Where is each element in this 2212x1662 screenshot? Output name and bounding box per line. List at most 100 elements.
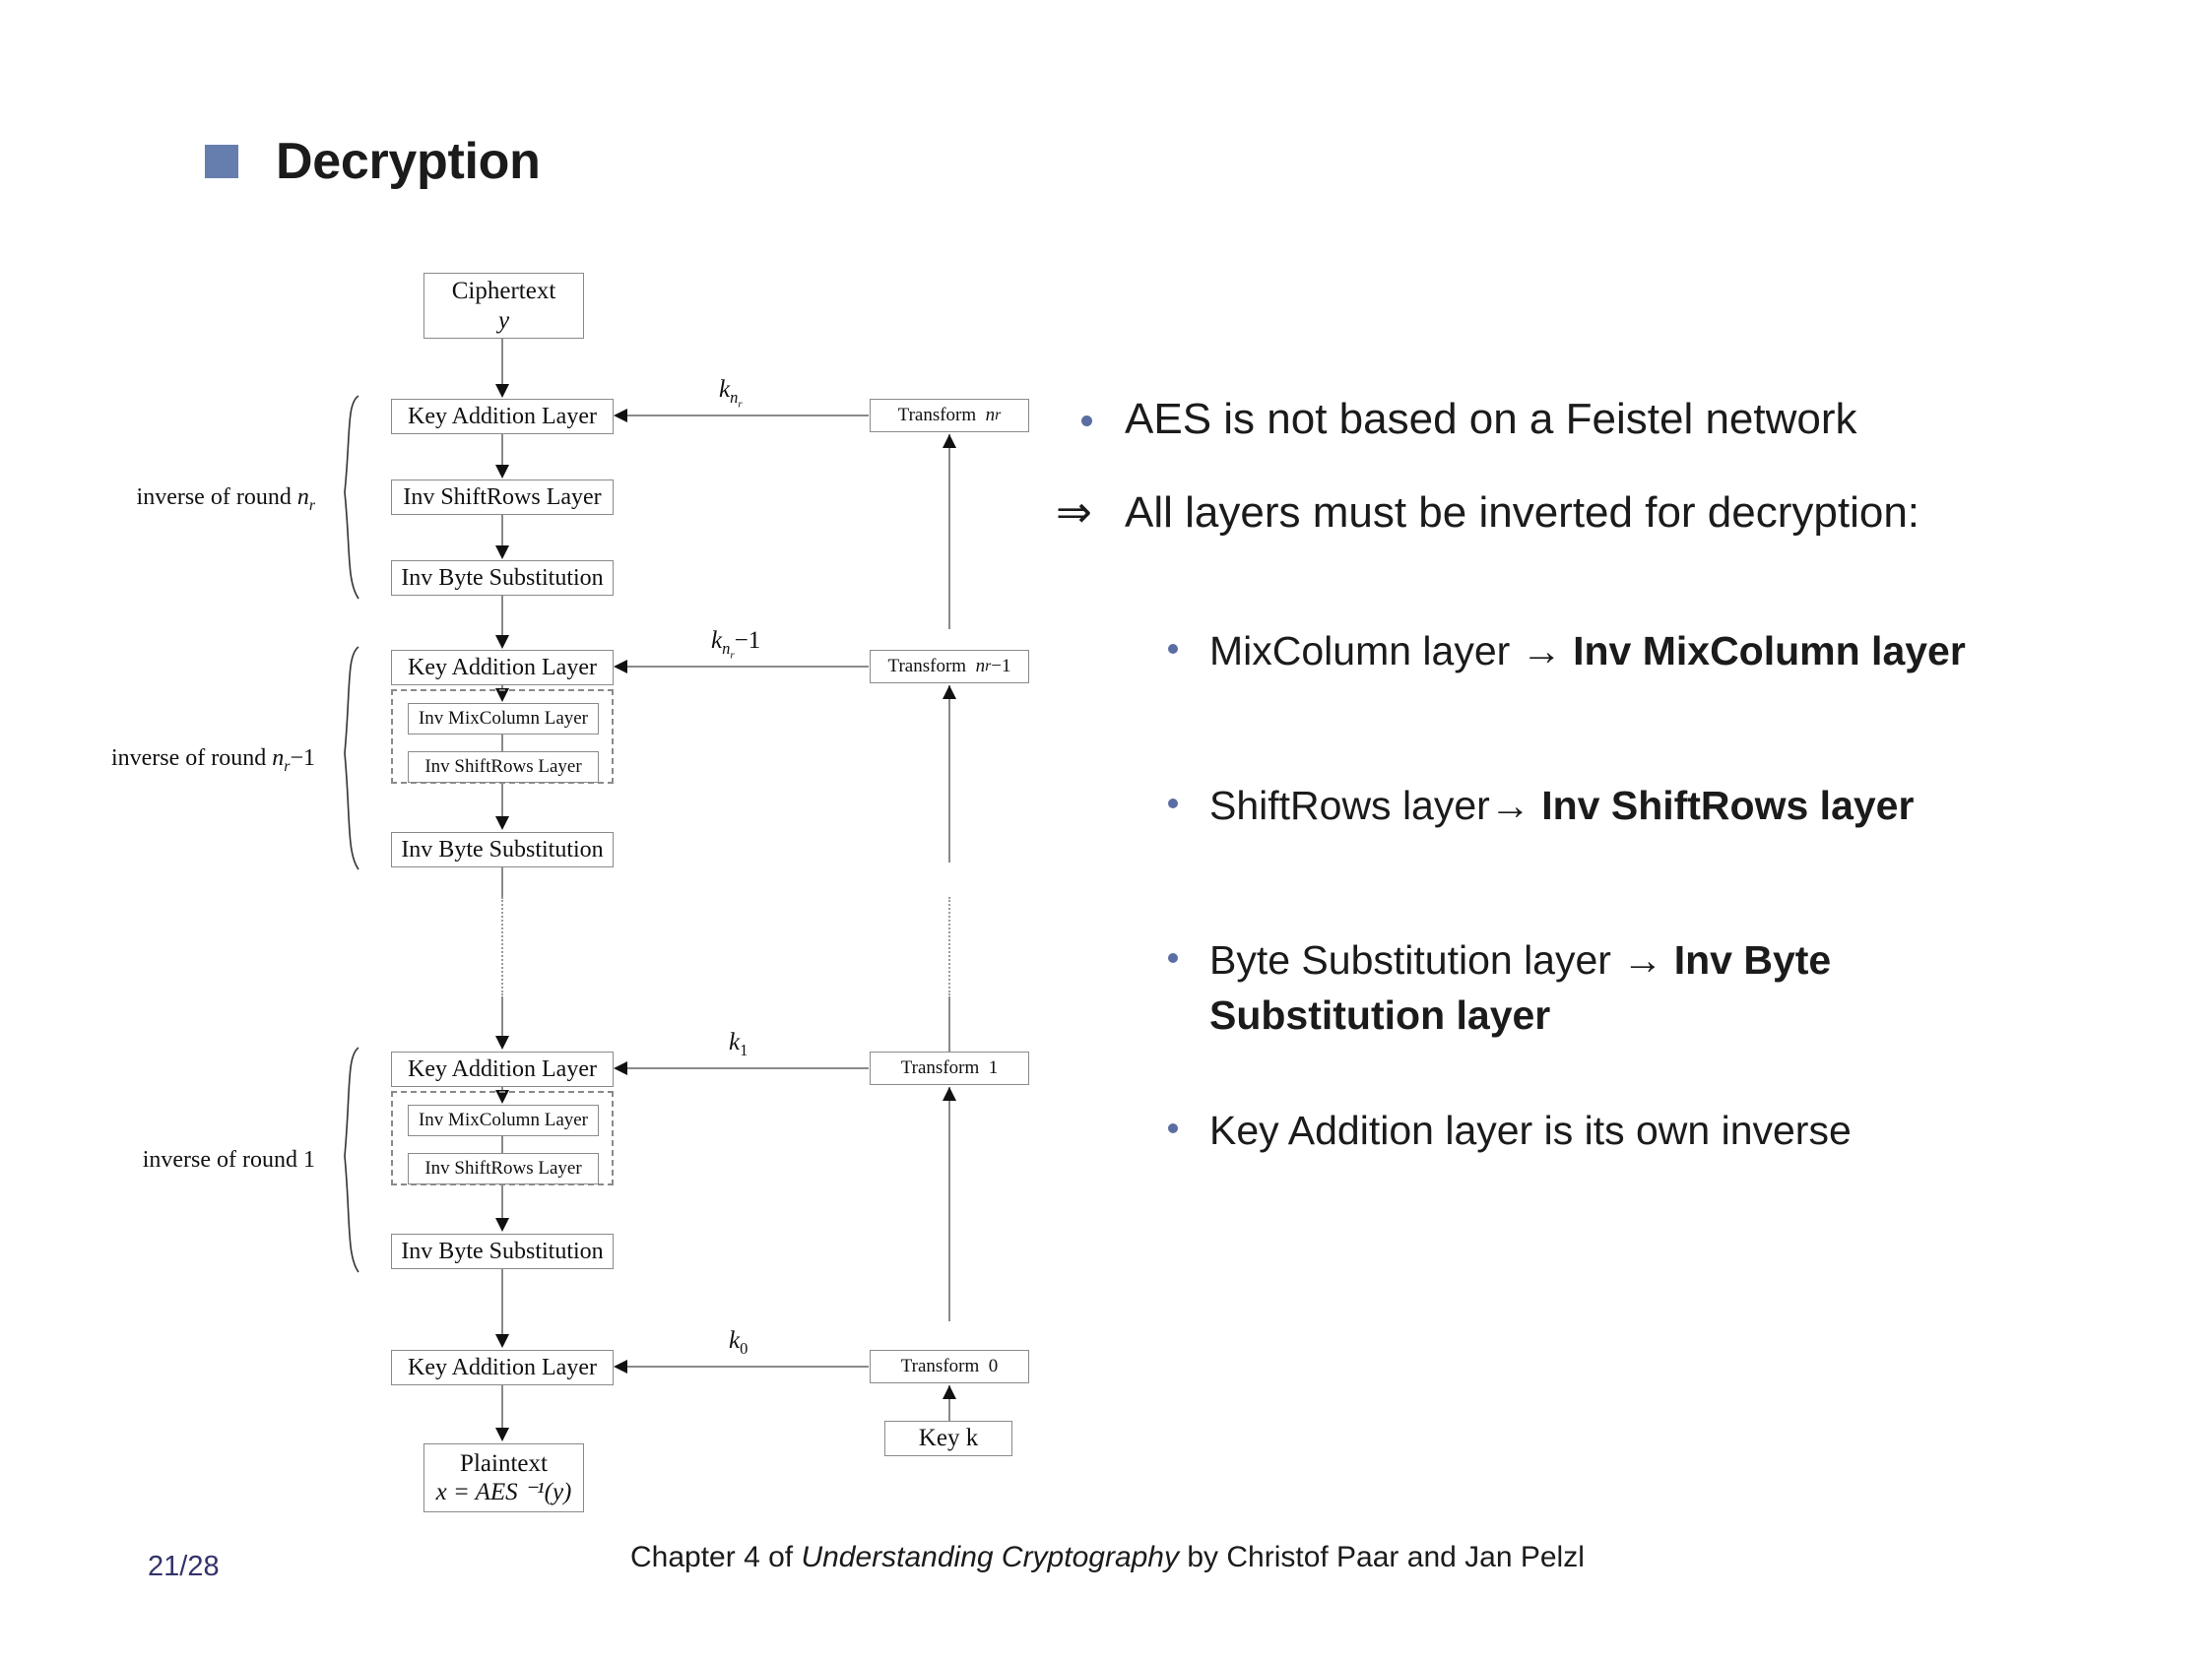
arrow-ka0-to-plaintext	[495, 1428, 509, 1441]
transform-chain-round1	[948, 1087, 950, 1321]
arrow-up-into-transform-nr	[943, 434, 956, 448]
transform-chain-nr	[948, 434, 950, 629]
layer-label: Key Addition Layer	[408, 403, 597, 429]
keyline-nr1	[626, 666, 869, 668]
round-0-key-addition-layer: Key Addition Layer	[391, 1350, 614, 1385]
footer-attribution: Chapter 4 of Understanding Cryptography …	[630, 1541, 1585, 1574]
ciphertext-label: Ciphertext	[451, 278, 556, 304]
transform-box-round0: Transform 0	[870, 1350, 1029, 1383]
connector-ciphertext-to-ka-nr	[501, 339, 503, 386]
connector-mixcol-to-shiftrows-nr1	[501, 735, 503, 751]
transform-box-round1: Transform 1	[870, 1052, 1029, 1085]
arrow-bytesub-round1-to-ka0	[495, 1334, 509, 1348]
arrow-dots-to-ka-round1	[495, 1036, 509, 1050]
sub-plain-text: ShiftRows layer→	[1209, 782, 1542, 828]
arrow-key-round1-into-ka	[614, 1061, 627, 1075]
layer-label: Inv ShiftRows Layer	[424, 755, 582, 777]
brace-round-nr	[344, 395, 359, 600]
round-nr1-inv-mixcolumn-layer: Inv MixColumn Layer	[408, 703, 599, 735]
layer-label: Inv ShiftRows Layer	[403, 483, 602, 510]
transform-box-nr: Transform nr	[870, 399, 1029, 432]
round-nr-label: inverse of round nr	[136, 484, 315, 514]
keyline-round1	[626, 1067, 869, 1069]
arrow-up-into-transform-nr1	[943, 685, 956, 699]
plaintext-box: Plaintext x = AES ⁻¹(y)	[423, 1443, 584, 1512]
connector-mixcol-to-shiftrows-round1	[501, 1136, 503, 1153]
round-nr1-label: inverse of round nr−1	[110, 745, 315, 775]
arrow-key-to-transform0	[943, 1385, 956, 1399]
key-label-round0: k0	[729, 1327, 748, 1358]
transform-box-nr1: Transform n r −1	[870, 650, 1029, 683]
connector-bytesub-nr1-down	[501, 867, 503, 897]
layer-label: Key Addition Layer	[408, 1055, 597, 1082]
layer-label: Inv Byte Substitution	[401, 836, 604, 863]
keyline-round0	[626, 1366, 869, 1368]
round-nr-inv-byte-substitution: Inv Byte Substitution	[391, 560, 614, 596]
transform-chain-to-round1	[948, 996, 950, 1054]
dots-vertical-left	[501, 897, 503, 995]
arrow-up-into-transform-round1	[943, 1087, 956, 1101]
footer-suffix: by Christof Paar and Jan Pelzl	[1179, 1541, 1585, 1573]
arrow-key-round0-into-ka	[614, 1360, 627, 1374]
round-1-inv-shiftrows-layer: Inv ShiftRows Layer	[408, 1153, 599, 1184]
ciphertext-variable: y	[497, 306, 510, 334]
layer-label: Inv ShiftRows Layer	[424, 1157, 582, 1179]
footer-book-title: Understanding Cryptography	[801, 1541, 1179, 1573]
ciphertext-box: Ciphertext y	[423, 273, 584, 339]
layer-label: Inv MixColumn Layer	[418, 707, 589, 729]
bullet-sub-shiftrows: ShiftRows layer→ Inv ShiftRows layer	[1152, 779, 2167, 833]
brace-round-nr1	[344, 646, 359, 870]
layer-label: Key Addition Layer	[408, 1354, 597, 1380]
round-1-key-addition-layer: Key Addition Layer	[391, 1052, 614, 1087]
bullet-main-1: AES is not based on a Feistel network	[1073, 394, 2167, 446]
round-1-inv-mixcolumn-layer: Inv MixColumn Layer	[408, 1105, 599, 1136]
sub-plain-text: MixColumn layer →	[1209, 627, 1574, 673]
bullet-sub-keyaddition: Key Addition layer is its own inverse	[1152, 1104, 2167, 1158]
key-label-round1: k1	[729, 1029, 748, 1059]
layer-label: Inv MixColumn Layer	[418, 1109, 589, 1130]
bullet-dot-icon	[1168, 953, 1178, 964]
arrow-key-nr1-into-ka	[614, 660, 627, 673]
round-nr-inv-shiftrows-layer: Inv ShiftRows Layer	[391, 479, 614, 515]
layer-label: Key Addition Layer	[408, 654, 597, 680]
transform-chain-nr1	[948, 685, 950, 863]
footer-prefix: Chapter 4 of	[630, 1541, 802, 1573]
bullet-dot-icon	[1168, 643, 1178, 654]
round-nr1-inv-byte-substitution: Inv Byte Substitution	[391, 832, 614, 867]
bullet-sub-bytesubstitution: Byte Substitution layer → Inv Byte Subst…	[1152, 933, 1840, 1043]
bullet-list: AES is not based on a Feistel network ⇒ …	[1056, 394, 2167, 1158]
layer-label: Inv Byte Substitution	[401, 564, 604, 591]
aes-decryption-diagram: Ciphertext y Key Addition Layer Inv Shif…	[0, 0, 1083, 1536]
implies-arrow-icon: ⇒	[1056, 487, 1092, 537]
key-label-nr: knr	[719, 376, 743, 411]
sub-plain-text: Key Addition layer is its own inverse	[1209, 1107, 1852, 1153]
bullet-implication-text: All layers must be inverted for decrypti…	[1125, 487, 1920, 537]
connector-bytesub-nr-to-ka-nr1	[501, 596, 503, 639]
connector-dots-to-ka-round1	[501, 996, 503, 1040]
bullet-dot-icon	[1168, 798, 1178, 808]
bullet-sub-mixcolumn: MixColumn layer → Inv MixColumn layer	[1152, 624, 2167, 678]
arrow-dashed-to-bytesub-nr1	[495, 816, 509, 830]
bullet-implication: ⇒ All layers must be inverted for decryp…	[1056, 487, 2167, 540]
bullet-dot-icon	[1081, 416, 1092, 426]
connector-ka0-to-plaintext	[501, 1385, 503, 1431]
arrow-key-nr-into-ka	[614, 409, 627, 422]
round-1-inv-byte-substitution: Inv Byte Substitution	[391, 1234, 614, 1269]
arrow-shiftrows-to-bytesub-nr	[495, 545, 509, 559]
key-label-nr1: knr−1	[711, 627, 761, 662]
layer-label: Inv Byte Substitution	[401, 1238, 604, 1264]
bullet-dot-icon	[1168, 1122, 1178, 1133]
round-nr1-key-addition-layer: Key Addition Layer	[391, 650, 614, 685]
dots-vertical-right	[948, 897, 950, 995]
connector-bytesub-round1-to-ka0	[501, 1269, 503, 1338]
page-number: 21/28	[148, 1551, 220, 1582]
plaintext-formula: x = AES ⁻¹(y)	[435, 1479, 572, 1505]
round-nr1-inv-shiftrows-layer: Inv ShiftRows Layer	[408, 751, 599, 783]
sub-plain-text: Byte Substitution layer →	[1209, 937, 1674, 984]
sub-bold-text: Inv ShiftRows layer	[1541, 782, 1915, 828]
round-1-label: inverse of round 1	[142, 1147, 315, 1173]
key-box: Key k	[884, 1421, 1012, 1456]
plaintext-label: Plaintext	[460, 1449, 548, 1477]
sub-bold-text: Inv MixColumn layer	[1573, 627, 1966, 673]
arrow-ka-to-shiftrows-nr	[495, 465, 509, 479]
